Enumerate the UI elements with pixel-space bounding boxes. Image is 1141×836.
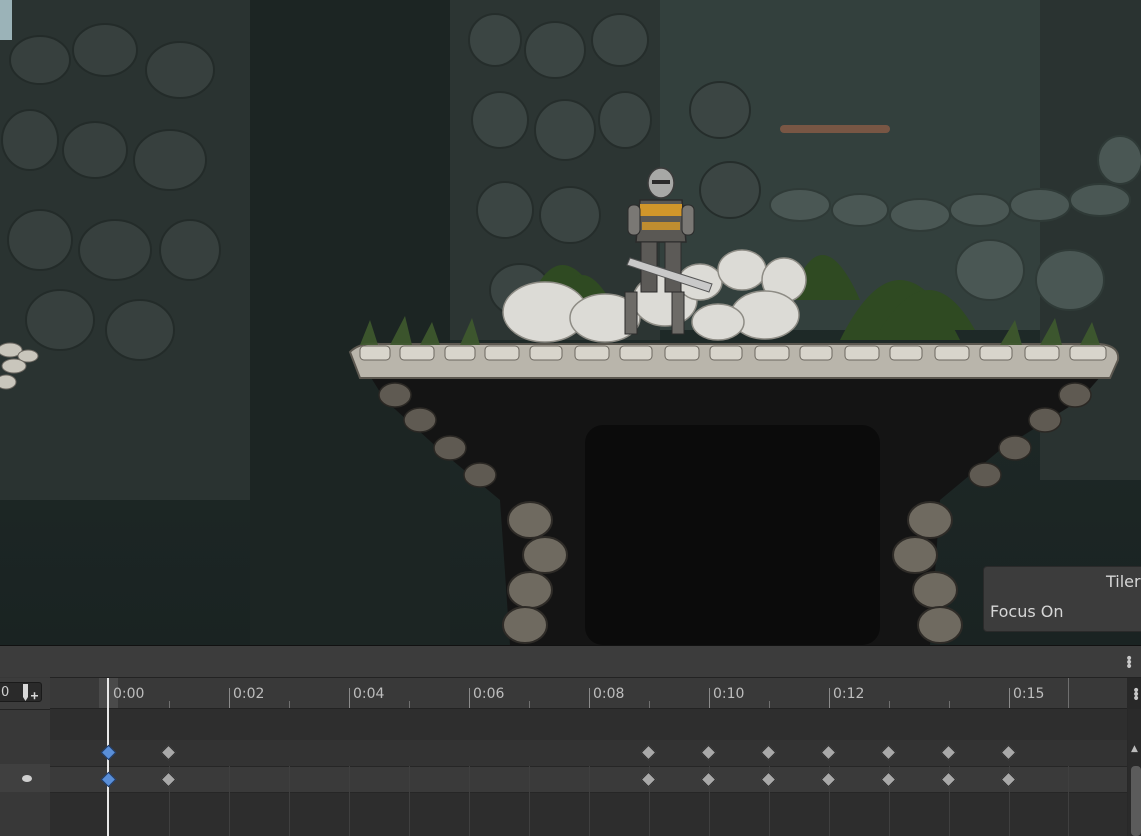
scene-view[interactable]: Tiler Focus On [0,0,1141,645]
ruler-label: 0:12 [833,686,865,702]
ruler-minor-tick [649,701,650,708]
ruler-label: 0:10 [713,686,745,702]
ruler-label: 0:08 [593,686,625,702]
scroll-up-arrow-icon[interactable]: ▲ [1131,744,1138,754]
grid-line [409,766,410,836]
ruler-major-tick [709,688,710,708]
animation-timeline-panel: • • • 0 0:00 0:02 0:04 0:06 0:08 0:10 0:12… [0,645,1141,836]
grid-line [1068,766,1069,836]
focus-on-button-label[interactable]: Focus On [990,602,1064,621]
ruler-major-tick [469,688,470,708]
ruler-label: 0:04 [353,686,385,702]
grid-line [289,766,290,836]
grid-line [229,766,230,836]
ruler-label: 0:06 [473,686,505,702]
kebab-menu-icon[interactable]: • • • [1125,652,1133,674]
scrollbar-thumb[interactable] [1131,766,1141,836]
tiler-button-label[interactable]: Tiler [1106,572,1141,591]
ruler-major-tick [349,688,350,708]
ruler-label: 0:02 [233,686,265,702]
ruler-kebab-menu-icon[interactable]: • • • [1132,684,1140,706]
timeline-toolbar [0,646,1141,678]
grid-line [529,766,530,836]
ruler-label: 0:15 [1013,686,1045,702]
scene-overlay-panel: Tiler Focus On [983,566,1141,632]
ruler-minor-tick [529,701,530,708]
clip-end-marker [1068,678,1069,708]
ruler-minor-tick [769,701,770,708]
ruler-major-tick [589,688,590,708]
grid-line [589,766,590,836]
grid-line [349,766,350,836]
ruler-minor-tick [169,701,170,708]
ruler-major-tick [229,688,230,708]
ruler-minor-tick [889,701,890,708]
add-keyframe-icon[interactable] [21,683,39,703]
ruler-minor-tick [409,701,410,708]
grid-line [469,766,470,836]
summary-track[interactable] [50,740,1127,767]
ruler-major-tick [1009,688,1010,708]
scene-artwork [0,0,1141,645]
ruler-minor-tick [289,701,290,708]
eye-icon[interactable] [22,775,32,782]
ruler-label: 0:00 [113,686,145,702]
ruler-major-tick [829,688,830,708]
ruler-minor-tick [949,701,950,708]
